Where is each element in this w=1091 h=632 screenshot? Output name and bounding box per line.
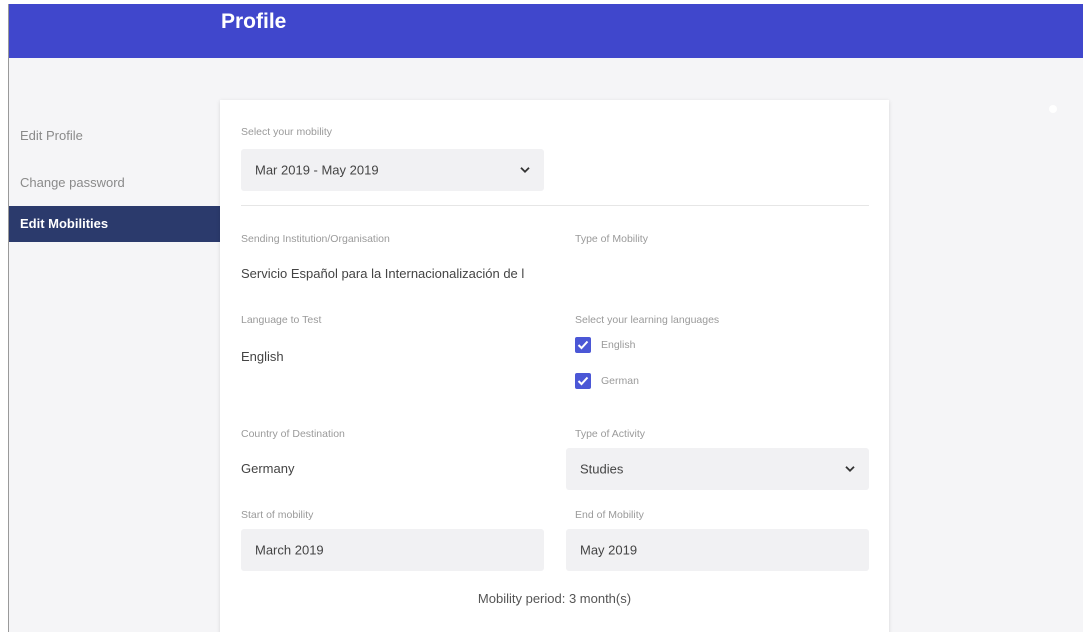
type-of-activity-select[interactable]: Studies: [566, 448, 869, 490]
chevron-down-icon: [520, 162, 530, 177]
start-of-mobility-label: Start of mobility: [241, 509, 314, 521]
end-of-mobility-field[interactable]: May 2019: [566, 529, 869, 571]
start-of-mobility-value: March 2019: [255, 542, 324, 558]
country-of-destination-label: Country of Destination: [241, 428, 345, 440]
type-of-mobility-label: Type of Mobility: [575, 233, 648, 245]
sidebar-item-edit-mobilities[interactable]: Edit Mobilities: [9, 206, 221, 242]
learning-language-german-label: German: [601, 375, 639, 387]
mobility-period-text: Mobility period: 3 month(s): [477, 591, 632, 606]
checkbox-checked-icon[interactable]: [575, 373, 591, 389]
mobility-form-card: Select your mobility Mar 2019 - May 2019…: [220, 100, 889, 632]
page-title: Profile: [221, 10, 287, 33]
learning-languages-label: Select your learning languages: [575, 314, 720, 326]
sidebar-item-change-password[interactable]: Change password: [9, 159, 221, 206]
checkbox-checked-icon[interactable]: [575, 337, 591, 353]
type-of-activity-value: Studies: [580, 461, 624, 477]
chevron-down-icon: [845, 461, 855, 476]
language-to-test-label: Language to Test: [241, 314, 322, 326]
learning-language-english[interactable]: English: [575, 337, 635, 353]
app-frame: Profile Edit Profile Change password Edi…: [8, 4, 1083, 632]
country-of-destination-value: Germany: [241, 461, 295, 476]
learning-language-english-label: English: [601, 339, 636, 351]
mobility-select[interactable]: Mar 2019 - May 2019: [241, 149, 544, 191]
sidebar-item-edit-profile[interactable]: Edit Profile: [9, 112, 221, 159]
sending-institution-label: Sending Institution/Organisation: [241, 233, 390, 245]
divider: [241, 205, 869, 206]
mobility-select-value: Mar 2019 - May 2019: [255, 162, 379, 178]
language-to-test-value: English: [241, 349, 284, 364]
end-of-mobility-value: May 2019: [580, 542, 638, 558]
start-of-mobility-field[interactable]: March 2019: [241, 529, 544, 571]
end-of-mobility-label: End of Mobility: [575, 509, 644, 521]
header-bar: Profile: [9, 4, 1083, 58]
type-of-activity-label: Type of Activity: [575, 428, 646, 440]
mobility-select-label: Select your mobility: [241, 126, 333, 138]
sidebar-nav: Edit Profile Change password Edit Mobili…: [9, 112, 221, 242]
sending-institution-value: Servicio Español para la Internacionaliz…: [241, 266, 525, 281]
learning-language-german[interactable]: German: [575, 373, 639, 389]
indicator-dot: [1049, 105, 1057, 113]
